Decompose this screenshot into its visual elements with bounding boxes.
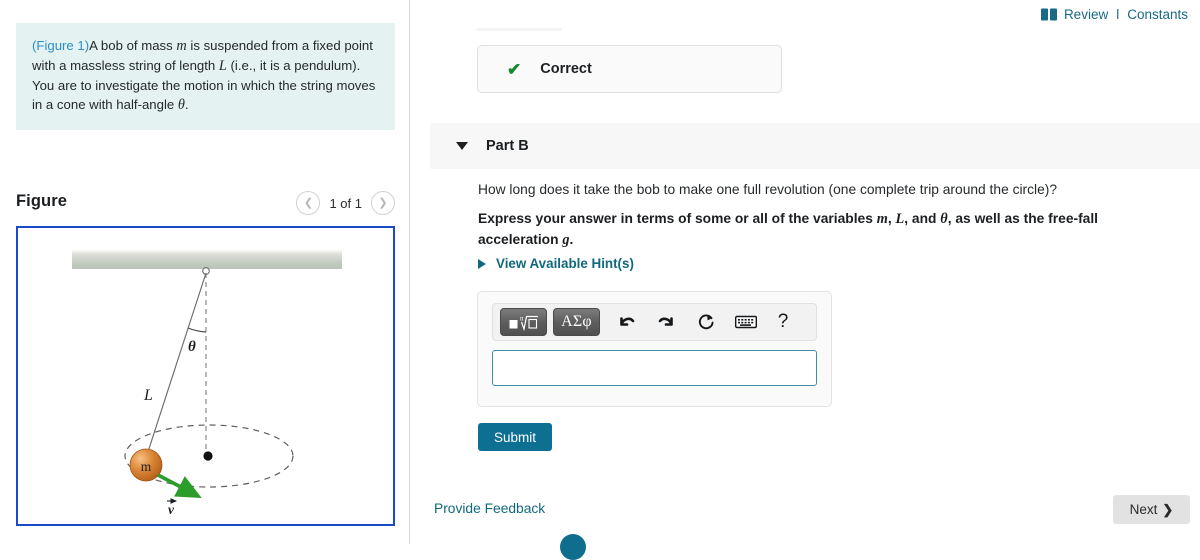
instruction-var-theta: θ: [940, 211, 948, 227]
ceiling-bar: [72, 250, 342, 269]
instruction-text: Express your answer in terms of some or …: [478, 209, 1118, 251]
view-hints-label: View Available Hint(s): [496, 256, 634, 271]
instruction-sep-1: ,: [887, 211, 896, 226]
chevron-left-icon[interactable]: ❮: [296, 191, 321, 215]
circle-center-point: [203, 451, 213, 461]
figure-reference-link[interactable]: (Figure 1): [32, 38, 89, 53]
redo-icon[interactable]: [646, 307, 686, 337]
pendulum-string: [144, 272, 207, 462]
figure-pager-label: 1 of 1: [329, 195, 362, 211]
velocity-vector: [157, 473, 202, 499]
instruction-var-g: g: [562, 232, 570, 249]
velocity-label: v: [167, 498, 178, 517]
figure-pager: ❮ 1 of 1 ❯: [296, 191, 395, 215]
view-hints-toggle[interactable]: View Available Hint(s): [478, 256, 634, 271]
constants-link[interactable]: Constants: [1127, 7, 1188, 22]
template-math-icon[interactable]: n: [500, 308, 547, 336]
help-button[interactable]: ?: [766, 307, 800, 337]
problem-text-4: .: [184, 97, 189, 113]
floating-action-dot[interactable]: [560, 534, 586, 560]
left-panel: (Figure 1)A bob of mass m is suspended f…: [0, 0, 410, 544]
problem-statement: (Figure 1)A bob of mass m is suspended f…: [16, 23, 395, 130]
instruction-var-m: m: [876, 211, 888, 227]
problem-var-theta: θ: [177, 97, 185, 114]
next-label: Next: [1129, 502, 1158, 517]
figure-header: Figure ❮ 1 of 1 ❯: [16, 191, 395, 224]
chevron-right-icon[interactable]: ❯: [371, 191, 395, 215]
review-separator: l: [1116, 7, 1120, 22]
svg-text:v: v: [168, 502, 175, 517]
angle-label: θ: [188, 339, 196, 355]
caret-right-icon[interactable]: [478, 258, 486, 269]
svg-text:n: n: [520, 314, 524, 322]
provide-feedback-link[interactable]: Provide Feedback: [434, 501, 545, 516]
instruction-var-l: L: [895, 211, 905, 227]
mass-label: m: [141, 459, 152, 474]
instruction-sep-2: , and: [904, 211, 941, 226]
right-panel: Review l Constants ✔ Correct Part B How …: [410, 0, 1200, 544]
part-b-header[interactable]: Part B: [430, 123, 1200, 169]
problem-text-1: A bob of mass: [89, 38, 177, 53]
answer-entry-card: n ΑΣφ ?: [477, 291, 832, 407]
instruction-text-1: Express your answer in terms of some or …: [478, 211, 877, 226]
undo-icon[interactable]: [606, 307, 646, 337]
correct-feedback-banner: ✔ Correct: [477, 45, 782, 93]
correct-label: Correct: [540, 61, 592, 77]
page-root: (Figure 1)A bob of mass m is suspended f…: [0, 0, 1200, 560]
review-constants-bar: Review l Constants: [1040, 7, 1188, 22]
review-link[interactable]: Review: [1064, 7, 1108, 22]
angle-arc: [187, 327, 207, 333]
length-label: L: [143, 387, 153, 404]
answer-input[interactable]: [492, 350, 817, 386]
figure-title: Figure: [16, 192, 68, 210]
caret-down-icon[interactable]: [456, 142, 468, 150]
math-toolbar: n ΑΣφ ?: [492, 303, 817, 341]
problem-var-m: m: [176, 38, 187, 54]
chevron-right-icon: ❯: [1162, 501, 1174, 517]
instruction-text-3: .: [569, 232, 574, 248]
figure-image-box[interactable]: θ L m v: [16, 226, 395, 526]
question-text: How long does it take the bob to make on…: [478, 182, 1058, 197]
reset-icon[interactable]: [686, 307, 726, 337]
conical-pendulum-diagram: θ L m v: [72, 250, 342, 517]
top-divider-line: [477, 28, 562, 31]
book-icon: [1040, 8, 1057, 21]
part-b-label: Part B: [486, 138, 529, 154]
keyboard-icon[interactable]: [726, 307, 766, 337]
submit-button[interactable]: Submit: [478, 423, 552, 451]
problem-var-l: L: [218, 58, 227, 75]
greek-symbols-button[interactable]: ΑΣφ: [553, 308, 600, 336]
next-button[interactable]: Next ❯: [1113, 495, 1190, 524]
check-icon: ✔: [507, 59, 522, 79]
